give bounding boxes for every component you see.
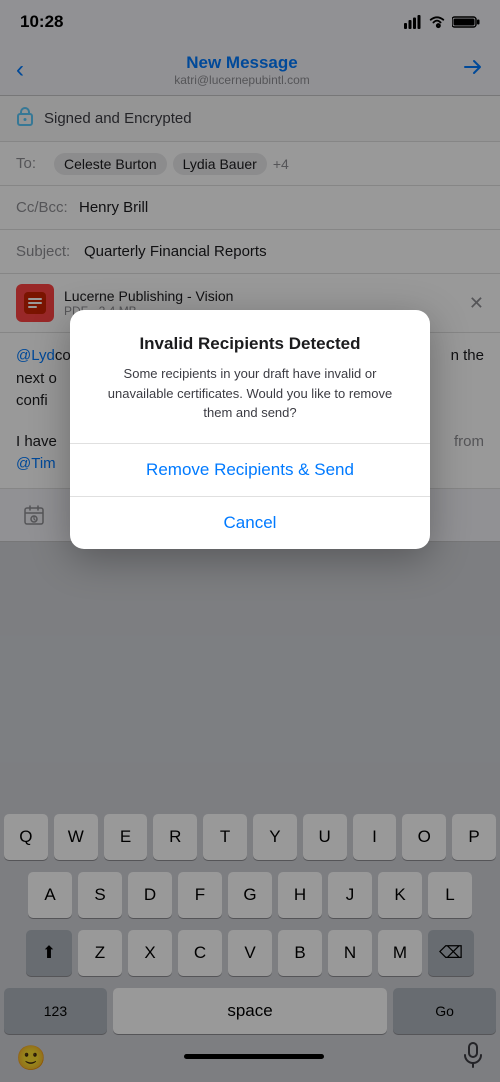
dialog-content: Invalid Recipients Detected Some recipie… bbox=[70, 310, 430, 443]
dialog-overlay: Invalid Recipients Detected Some recipie… bbox=[0, 0, 500, 1082]
cancel-button[interactable]: Cancel bbox=[70, 497, 430, 549]
remove-recipients-button[interactable]: Remove Recipients & Send bbox=[70, 444, 430, 497]
dialog-actions: Remove Recipients & Send Cancel bbox=[70, 443, 430, 549]
dialog-message: Some recipients in your draft have inval… bbox=[90, 364, 410, 443]
alert-dialog: Invalid Recipients Detected Some recipie… bbox=[70, 310, 430, 549]
dialog-title: Invalid Recipients Detected bbox=[90, 334, 410, 354]
